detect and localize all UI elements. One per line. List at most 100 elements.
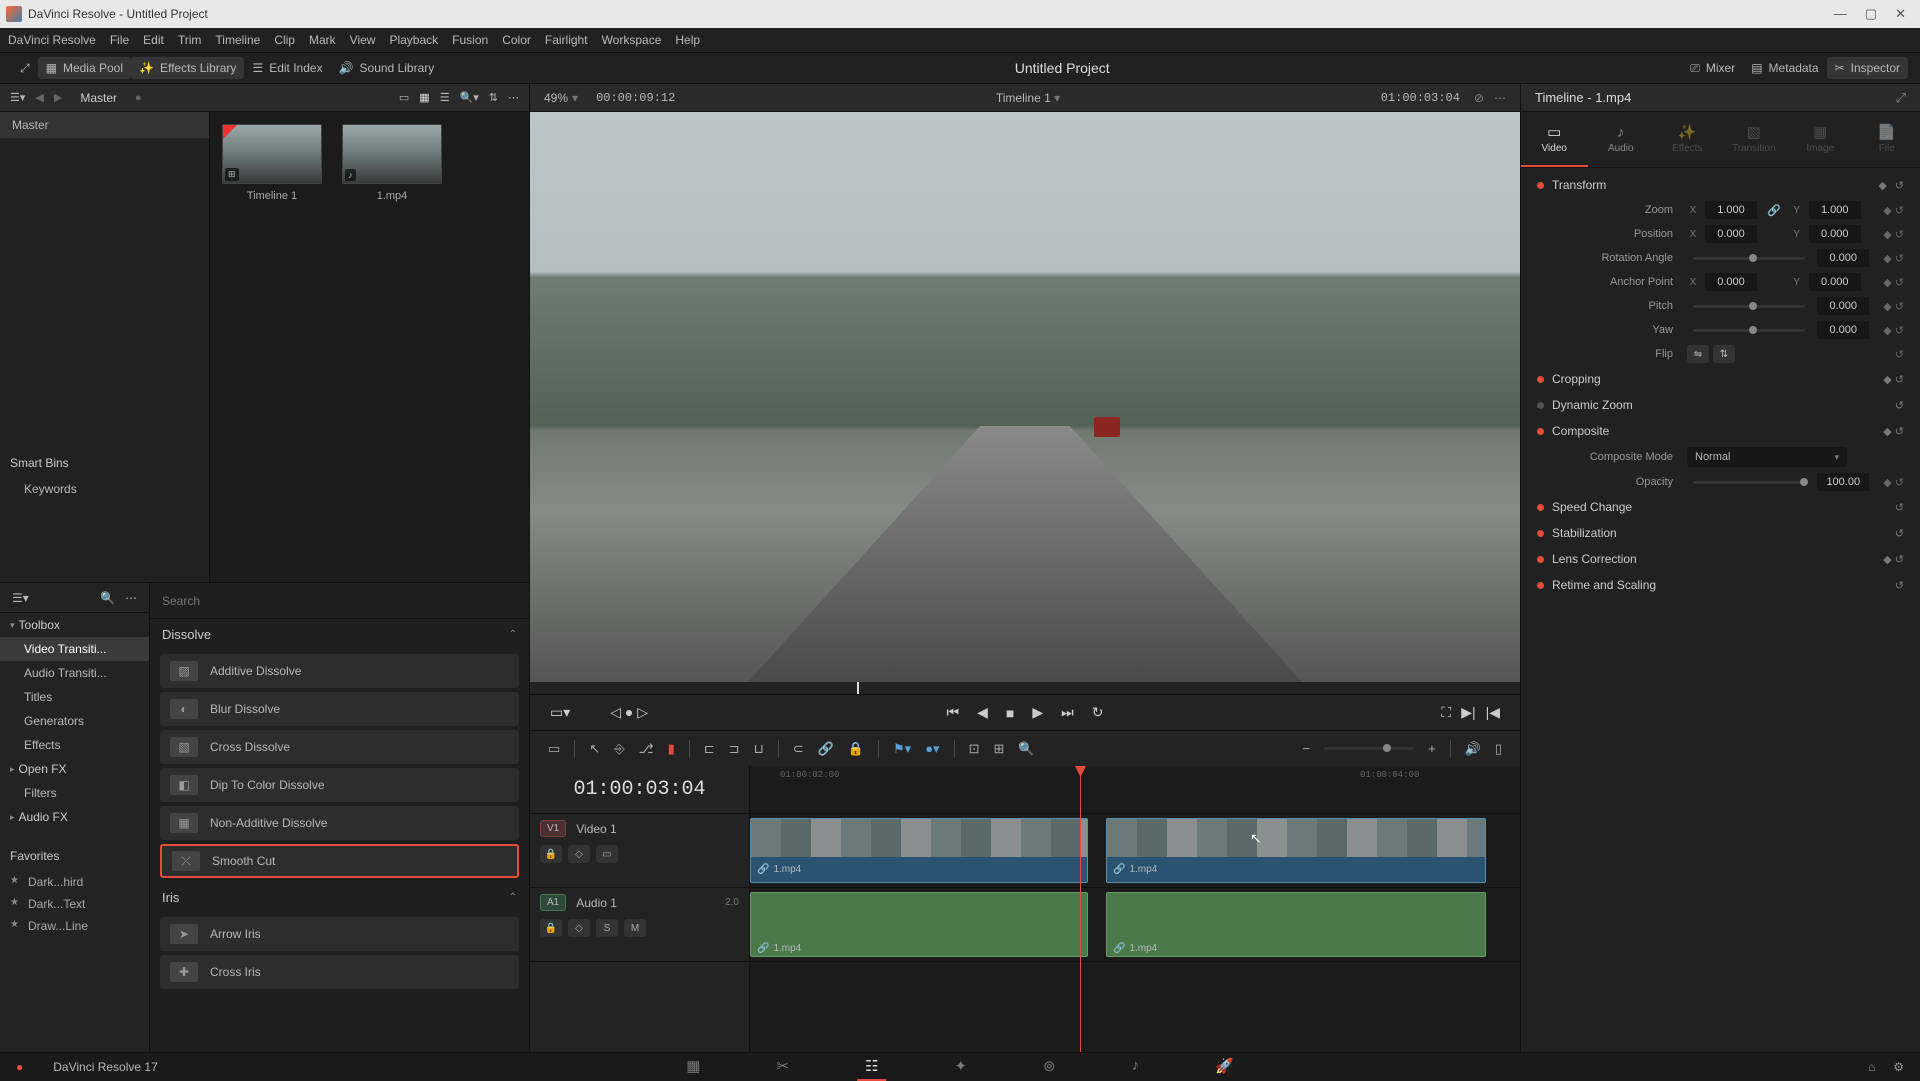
- zoom-out-button[interactable]: −: [1302, 741, 1310, 756]
- custom-view-icon[interactable]: ▯: [1495, 741, 1502, 757]
- pos-x-field[interactable]: [1705, 225, 1757, 243]
- opacity-field[interactable]: [1817, 473, 1869, 491]
- page-edit[interactable]: ☷: [857, 1053, 886, 1081]
- disable-v1[interactable]: ▭: [596, 845, 618, 863]
- page-fusion[interactable]: ✦: [946, 1053, 975, 1081]
- effects-search-icon[interactable]: 🔍: [100, 591, 115, 605]
- next-frame-button[interactable]: ⏭: [1061, 704, 1074, 721]
- fx-blur-dissolve[interactable]: ◐Blur Dissolve: [160, 692, 519, 726]
- more-icon[interactable]: ⋯: [508, 91, 519, 104]
- sort-icon[interactable]: ⇅: [489, 91, 498, 104]
- menu-trim[interactable]: Trim: [178, 33, 202, 47]
- home-icon[interactable]: ⌂: [1868, 1060, 1875, 1074]
- replace-tool[interactable]: ⊔: [754, 741, 764, 757]
- fx-additive-dissolve[interactable]: ▨Additive Dissolve: [160, 654, 519, 688]
- lock-tool[interactable]: 🔒: [848, 741, 864, 757]
- pitch-field[interactable]: [1817, 297, 1869, 315]
- track-header-v1[interactable]: V1Video 1 🔒◇▭: [530, 814, 749, 888]
- yaw-field[interactable]: [1817, 321, 1869, 339]
- maximize-button[interactable]: ▢: [1865, 6, 1877, 22]
- prev-edit-icon[interactable]: |◀: [1486, 704, 1500, 721]
- dynamic-trim-tool[interactable]: ⎇: [639, 741, 654, 757]
- opacity-slider[interactable]: [1693, 481, 1805, 484]
- match-frame-icon[interactable]: ◁ ● ▷: [610, 704, 648, 721]
- keyframe-icon[interactable]: ◆: [1878, 179, 1886, 192]
- overwrite-tool[interactable]: ⊐: [729, 741, 740, 757]
- page-color[interactable]: ⊚: [1035, 1053, 1064, 1081]
- section-lens[interactable]: Lens Correction◆ ↺: [1521, 546, 1920, 572]
- fx-titles[interactable]: Titles: [0, 685, 149, 709]
- fx-non-additive[interactable]: ▦Non-Additive Dissolve: [160, 806, 519, 840]
- playhead[interactable]: [1080, 766, 1081, 1052]
- tab-transition[interactable]: ▧Transition: [1721, 112, 1788, 167]
- minimize-button[interactable]: —: [1834, 6, 1847, 22]
- menu-playback[interactable]: Playback: [389, 33, 438, 47]
- media-pool-button[interactable]: ▦Media Pool: [38, 57, 131, 79]
- smart-bins-header[interactable]: Smart Bins: [0, 450, 209, 476]
- page-cut[interactable]: ✂: [768, 1053, 797, 1081]
- fx-generators[interactable]: Generators: [0, 709, 149, 733]
- reset-icon[interactable]: ↺: [1895, 179, 1904, 192]
- section-speed[interactable]: Speed Change↺: [1521, 494, 1920, 520]
- selection-tool[interactable]: ↖: [589, 741, 600, 757]
- tab-file[interactable]: 📄File: [1854, 112, 1920, 167]
- fx-cross-dissolve[interactable]: ▧Cross Dissolve: [160, 730, 519, 764]
- sound-library-button[interactable]: 🔊Sound Library: [331, 57, 443, 79]
- fx-group-audiofx[interactable]: Audio FX: [0, 805, 149, 829]
- track-header-a1[interactable]: A1Audio 12.0 🔒◇SM: [530, 888, 749, 962]
- page-fairlight[interactable]: ♪: [1124, 1053, 1148, 1081]
- settings-icon[interactable]: ⚙: [1893, 1060, 1904, 1074]
- play-button[interactable]: ▶: [1032, 704, 1043, 721]
- timeline-tracks[interactable]: 01:00:02:00 01:00:04:00 🔗 1.mp4 🔗 1.mp4 …: [750, 766, 1520, 1052]
- close-button[interactable]: ✕: [1895, 6, 1906, 22]
- fav-item-1[interactable]: Dark...Text: [0, 893, 149, 915]
- menu-file[interactable]: File: [110, 33, 129, 47]
- page-deliver[interactable]: 🚀: [1207, 1053, 1242, 1081]
- menu-timeline[interactable]: Timeline: [215, 33, 260, 47]
- inspector-expand-icon[interactable]: ⤢: [1896, 90, 1906, 106]
- fx-filters[interactable]: Filters: [0, 781, 149, 805]
- inspector-button[interactable]: ✂Inspector: [1827, 57, 1908, 79]
- section-transform[interactable]: Transform◆↺: [1521, 172, 1920, 198]
- rotation-slider[interactable]: [1693, 257, 1805, 260]
- timeline-view-icon[interactable]: ▭: [548, 741, 560, 757]
- zoom-y-field[interactable]: [1809, 201, 1861, 219]
- link-icon[interactable]: 🔗: [1763, 204, 1785, 217]
- fav-item-2[interactable]: Draw...Line: [0, 915, 149, 937]
- section-cropping[interactable]: Cropping◆ ↺: [1521, 366, 1920, 392]
- first-frame-button[interactable]: ⏮: [947, 704, 960, 721]
- rotation-field[interactable]: [1817, 249, 1869, 267]
- edit-index-button[interactable]: ☰Edit Index: [244, 57, 330, 79]
- menu-clip[interactable]: Clip: [274, 33, 295, 47]
- fx-group-toolbox[interactable]: Toolbox: [0, 613, 149, 637]
- search-icon[interactable]: 🔍▾: [460, 91, 479, 104]
- next-edit-icon[interactable]: ▶|: [1461, 704, 1475, 721]
- tab-audio[interactable]: ♪Audio: [1588, 112, 1655, 167]
- viewer-scrubber[interactable]: [530, 682, 1520, 694]
- tab-image[interactable]: ▦Image: [1787, 112, 1854, 167]
- section-retime[interactable]: Retime and Scaling↺: [1521, 572, 1920, 598]
- fx-effects[interactable]: Effects: [0, 733, 149, 757]
- section-stabilization[interactable]: Stabilization↺: [1521, 520, 1920, 546]
- mute-a1[interactable]: M: [624, 919, 646, 937]
- composite-mode-select[interactable]: Normal▾: [1687, 447, 1847, 467]
- fx-arrow-iris[interactable]: ➤Arrow Iris: [160, 917, 519, 951]
- video-track-1[interactable]: 🔗 1.mp4 🔗 1.mp4: [750, 814, 1520, 888]
- tab-effects[interactable]: ✨Effects: [1654, 112, 1721, 167]
- menu-color[interactable]: Color: [502, 33, 531, 47]
- insert-tool[interactable]: ⊏: [704, 741, 715, 757]
- effects-more-icon[interactable]: ⋯: [125, 591, 137, 605]
- prev-frame-button[interactable]: ◀: [977, 704, 988, 721]
- viewer[interactable]: [530, 112, 1520, 682]
- audio-icon[interactable]: 🔊: [1465, 741, 1481, 757]
- pos-y-field[interactable]: [1809, 225, 1861, 243]
- fav-item-0[interactable]: Dark...hird: [0, 871, 149, 893]
- zoom-custom-icon[interactable]: 🔍: [1018, 741, 1034, 757]
- anchor-y-field[interactable]: [1809, 273, 1861, 291]
- view-thumb-icon[interactable]: ▦: [419, 91, 429, 104]
- menu-fusion[interactable]: Fusion: [452, 33, 488, 47]
- fx-smooth-cut[interactable]: ⤫Smooth Cut: [160, 844, 519, 878]
- solo-a1[interactable]: S: [596, 919, 618, 937]
- video-clip-1[interactable]: 🔗 1.mp4: [750, 818, 1088, 883]
- anchor-x-field[interactable]: [1705, 273, 1757, 291]
